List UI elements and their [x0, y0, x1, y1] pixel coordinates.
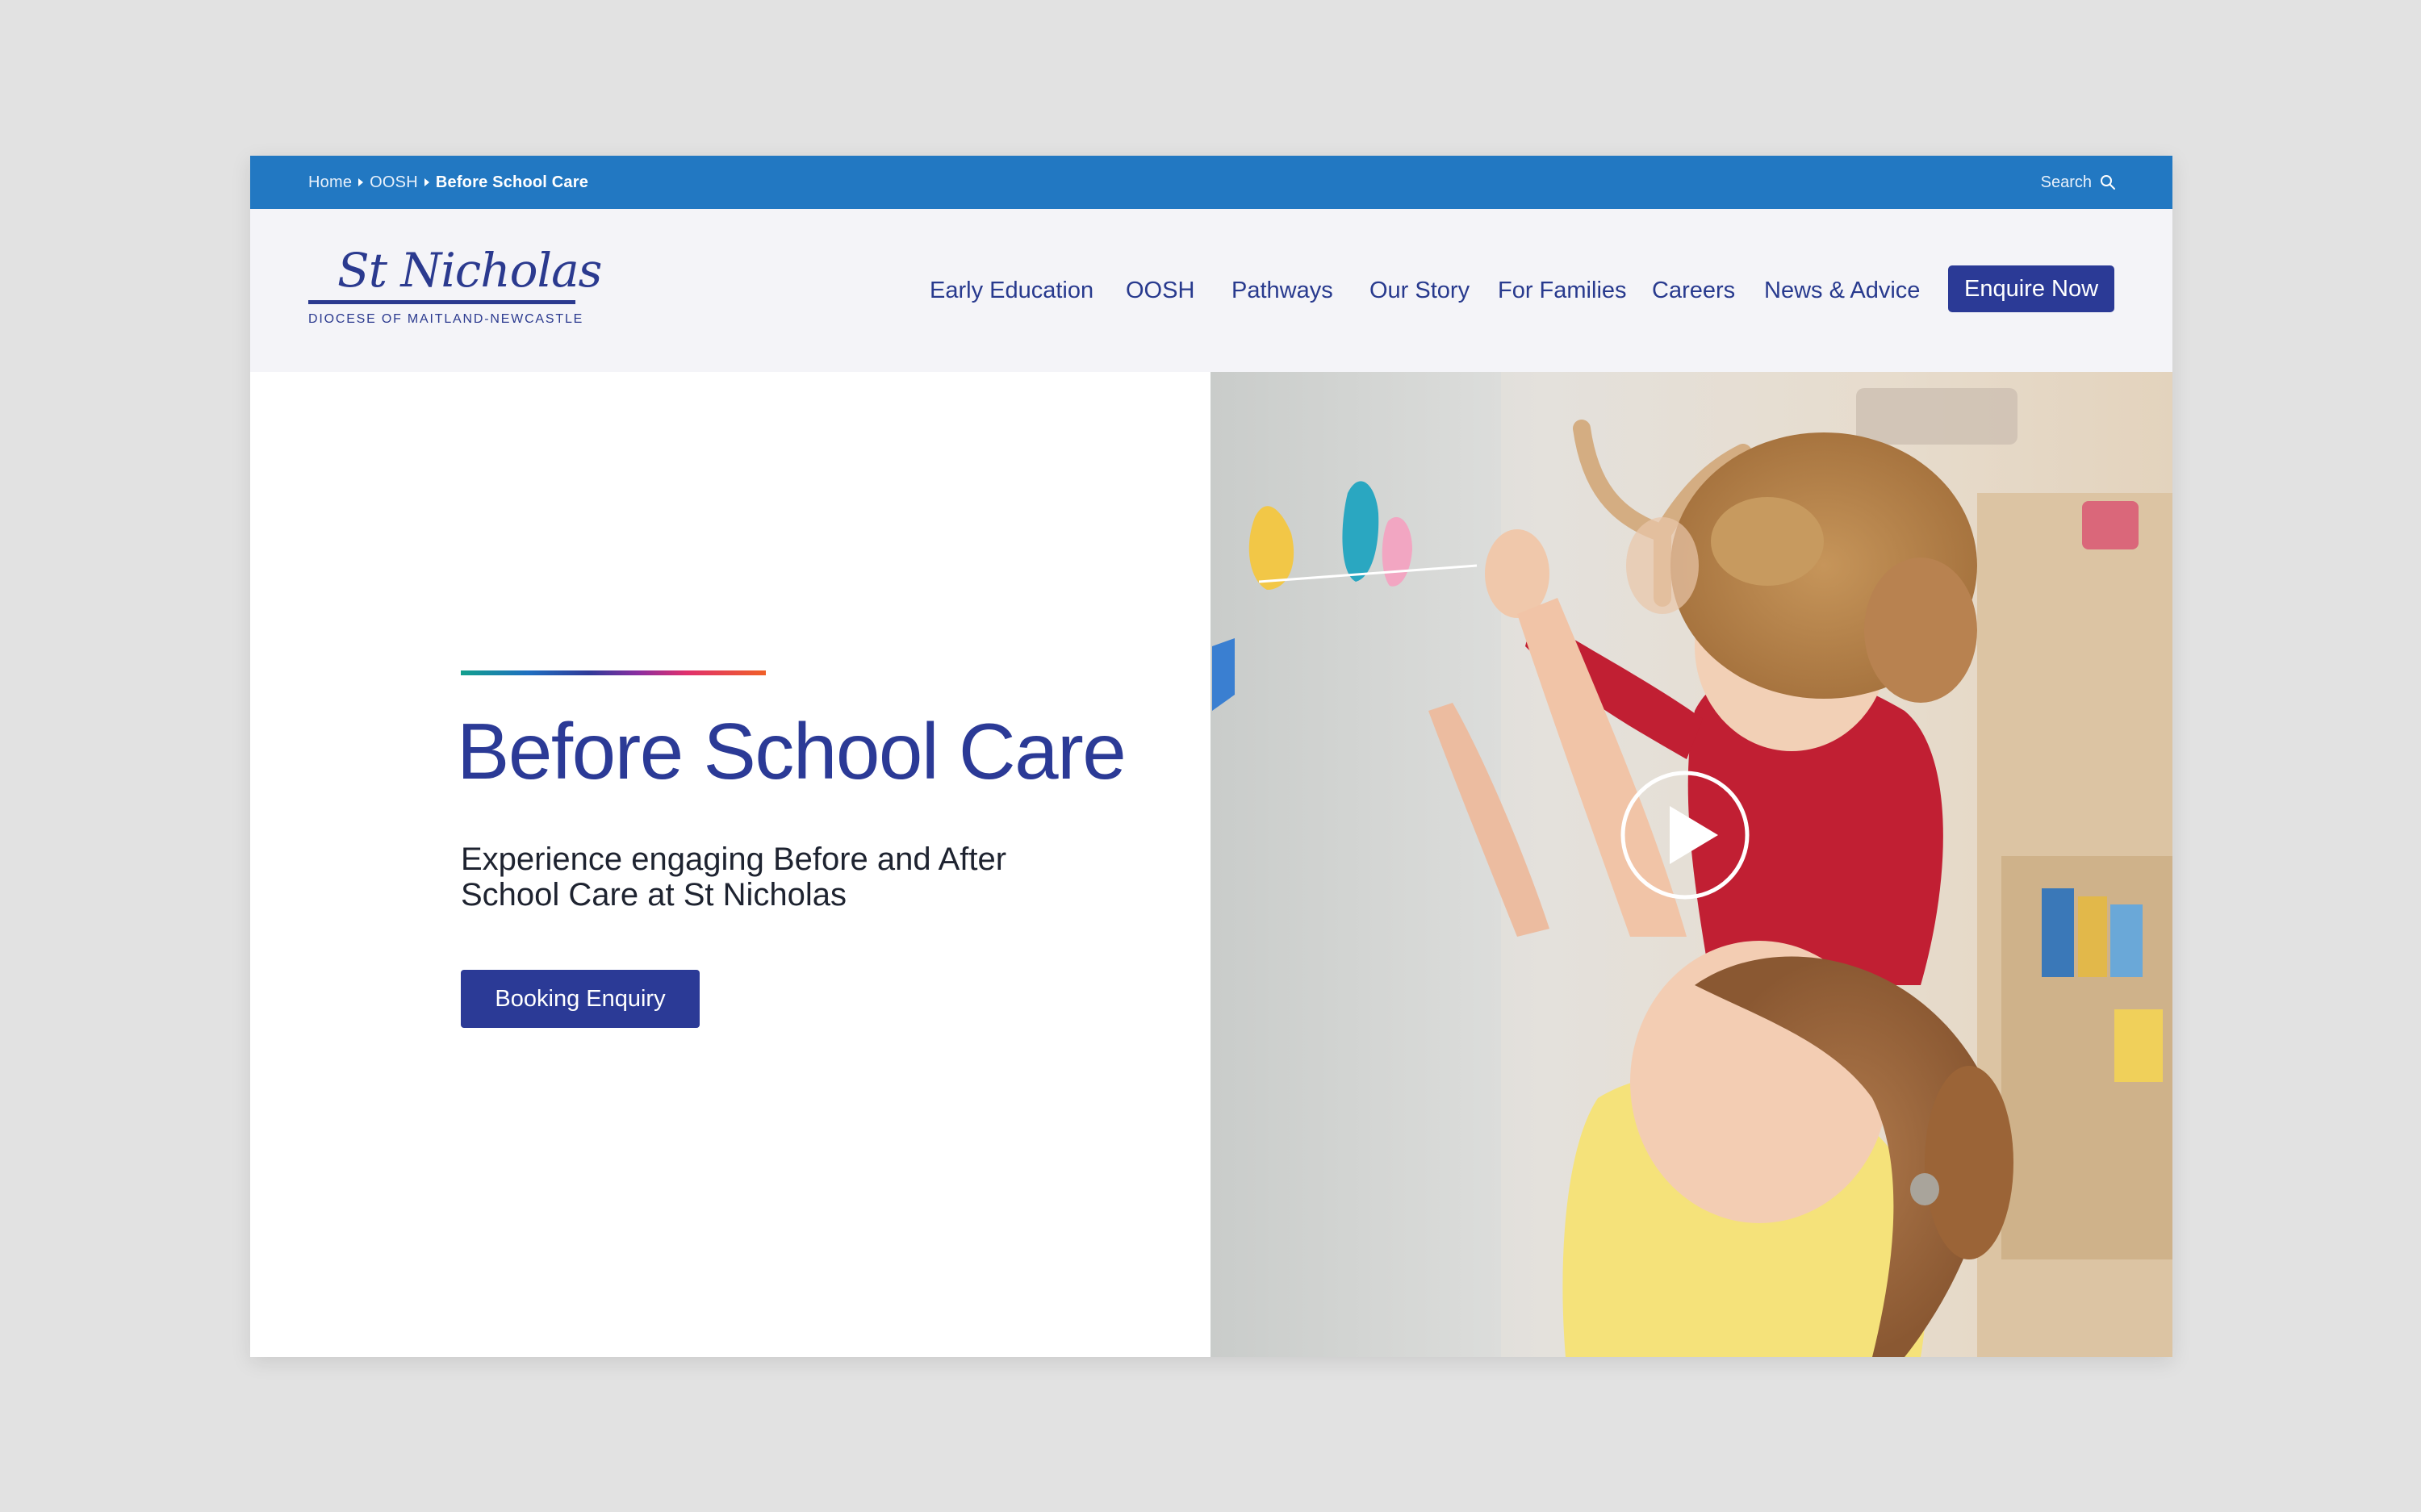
nav-item-our-story[interactable]: Our Story	[1369, 209, 1470, 372]
hero-subtitle: Experience engaging Before and After Sch…	[461, 842, 1007, 913]
website-frame: Home OOSH Before School Care Search St N…	[250, 156, 2172, 1357]
nav-item-careers[interactable]: Careers	[1652, 209, 1735, 372]
hero-video[interactable]	[1210, 372, 2172, 1357]
nav-item-for-families[interactable]: For Families	[1498, 209, 1627, 372]
nav-item-oosh[interactable]: OOSH	[1126, 209, 1194, 372]
page-title: Before School Care	[457, 707, 1127, 796]
breadcrumb-home-link[interactable]: Home	[308, 173, 352, 192]
breadcrumb: Home OOSH Before School Care	[308, 156, 588, 209]
breadcrumb-separator-icon	[424, 178, 429, 186]
main-nav: Early Education OOSH Pathways Our Story …	[250, 209, 2172, 372]
search-button[interactable]: Search	[2041, 156, 2116, 209]
site-header: St Nicholas DIOCESE OF MAITLAND-NEWCASTL…	[250, 209, 2172, 372]
search-icon	[2101, 175, 2115, 190]
search-label: Search	[2040, 173, 2092, 191]
hero-text-panel: Before School Care Experience engaging B…	[250, 372, 1210, 1357]
breadcrumb-current: Before School Care	[435, 173, 589, 191]
nav-item-early-education[interactable]: Early Education	[930, 209, 1093, 372]
nav-item-pathways[interactable]: Pathways	[1231, 209, 1333, 372]
accent-gradient-line	[461, 670, 766, 675]
booking-enquiry-button[interactable]: Booking Enquiry	[461, 970, 700, 1028]
play-icon[interactable]	[1620, 770, 1750, 900]
breadcrumb-oosh-link[interactable]: OOSH	[370, 173, 418, 192]
nav-item-news-advice[interactable]: News & Advice	[1764, 209, 1920, 372]
top-bar: Home OOSH Before School Care Search	[250, 156, 2172, 209]
enquire-now-button[interactable]: Enquire Now	[1948, 265, 2114, 312]
breadcrumb-separator-icon	[358, 178, 364, 186]
